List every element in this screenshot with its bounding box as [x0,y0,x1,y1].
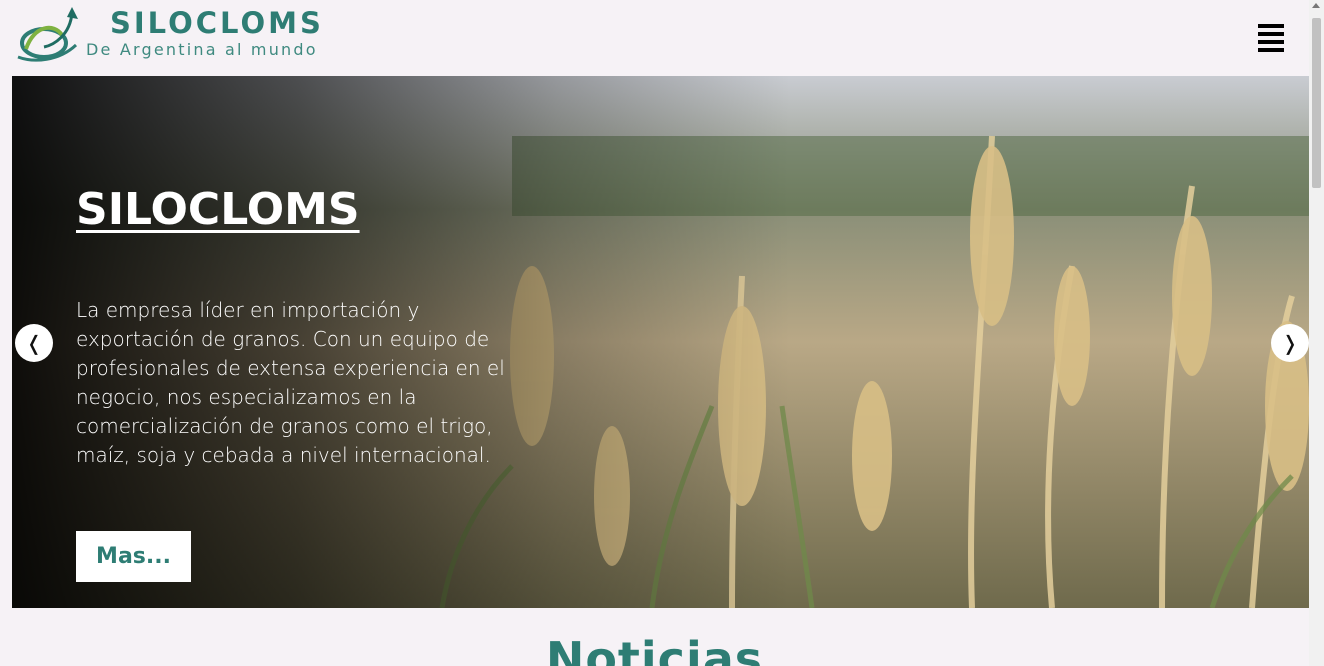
hero-carousel: SILOCLOMS La empresa líder en importació… [12,76,1309,608]
brand-tagline: De Argentina al mundo [86,40,318,59]
page-scrollbar[interactable] [1309,0,1324,666]
brand-name[interactable]: SILOCLOMS [110,6,324,40]
hero-description: La empresa líder en importación y export… [76,298,505,467]
hamburger-menu-icon[interactable] [1258,24,1290,52]
logo-icon[interactable] [14,5,84,65]
carousel-prev-icon[interactable]: ❬ [15,324,53,362]
more-button[interactable]: Mas... [76,531,191,582]
site-header: SILOCLOMS De Argentina al mundo [0,0,1309,76]
scrollbar-thumb[interactable] [1312,18,1321,188]
news-section-title: Noticias [545,632,764,666]
scroll-up-icon[interactable] [1312,3,1320,8]
carousel-next-icon[interactable]: ❭ [1271,324,1309,362]
hero-title: SILOCLOMS [76,184,360,235]
